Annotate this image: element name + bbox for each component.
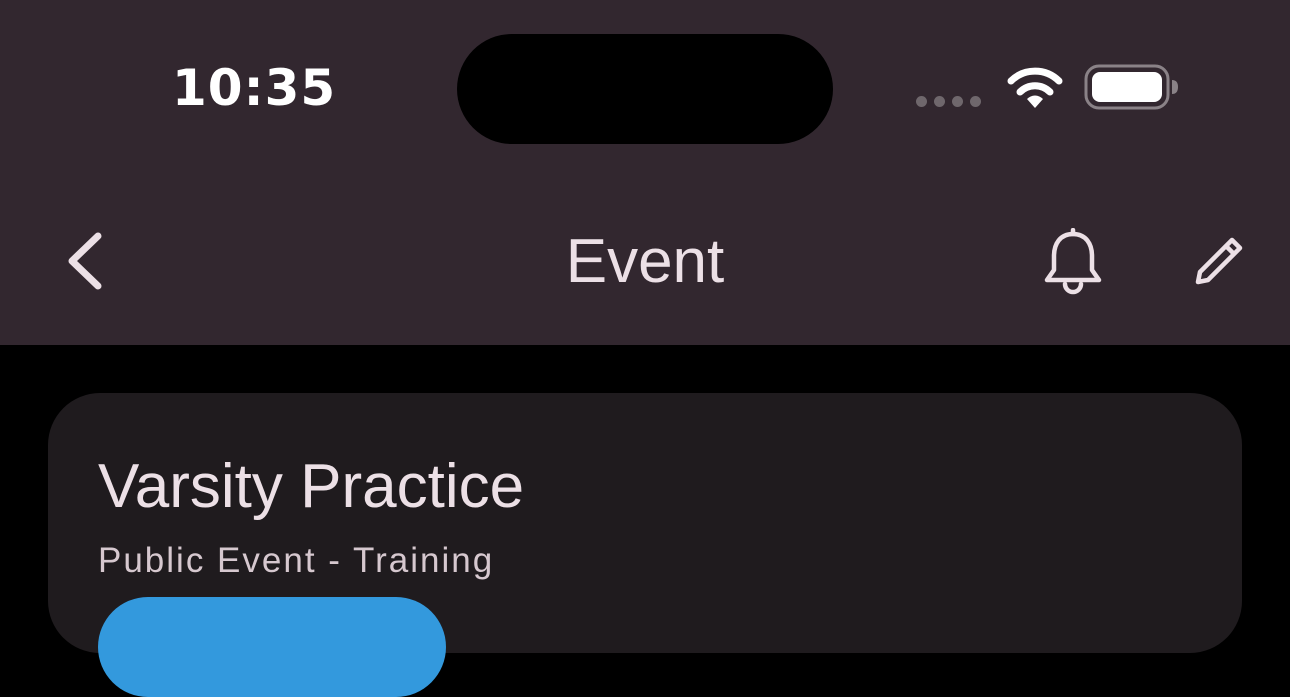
wifi-icon — [1007, 67, 1063, 108]
dynamic-island — [457, 34, 833, 144]
status-time: 10:35 — [172, 59, 337, 117]
top-bar: 10:35 Event — [0, 0, 1290, 345]
event-title: Varsity Practice — [98, 452, 525, 521]
pencil-icon[interactable] — [1190, 234, 1246, 290]
bell-icon[interactable] — [1040, 228, 1106, 296]
signal-dots-icon — [916, 96, 981, 107]
event-card: Varsity Practice Public Event - Training — [48, 393, 1242, 697]
battery-icon — [1084, 64, 1178, 110]
event-action-button[interactable] — [98, 597, 446, 697]
event-subtitle: Public Event - Training — [98, 541, 495, 580]
